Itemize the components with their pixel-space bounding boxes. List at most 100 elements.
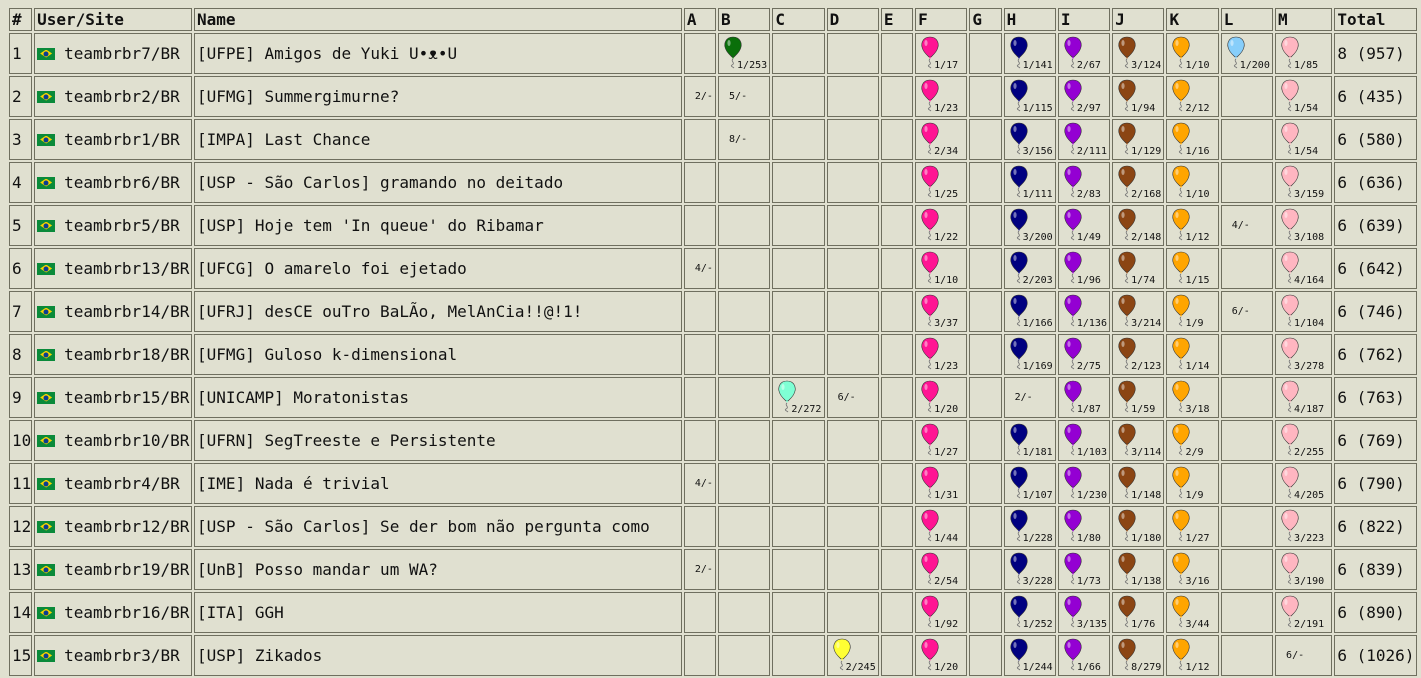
problem-cell-i: 1/87 bbox=[1057, 377, 1111, 418]
problem-score: 1/12 bbox=[1185, 232, 1210, 243]
brazil-flag-icon bbox=[37, 262, 56, 275]
header-user-site: User/Site bbox=[34, 8, 193, 31]
problem-score: 3/124 bbox=[1131, 60, 1162, 71]
problem-cell-k: 3/16 bbox=[1166, 549, 1219, 590]
rank-cell: 14 bbox=[9, 592, 33, 633]
user-site-label: teambrbr3/BR bbox=[64, 646, 180, 665]
problem-cell-g bbox=[969, 291, 1002, 332]
table-row: 11 teambrbr4/BR [IME] Nada é trivial 4/- 1/3… bbox=[9, 463, 1417, 504]
user-site-label: teambrbr1/BR bbox=[64, 130, 180, 149]
problem-cell-h: 1/181 bbox=[1003, 420, 1056, 461]
user-site-cell: teambrbr6/BR bbox=[34, 162, 193, 203]
problem-score: 1/27 bbox=[1185, 533, 1210, 544]
problem-score: 2/148 bbox=[1131, 232, 1162, 243]
table-row: 5 teambrbr5/BR [USP] Hoje tem 'In queue' d… bbox=[9, 205, 1417, 246]
header-problem: J bbox=[1112, 8, 1165, 31]
problem-score: 2/- bbox=[1014, 392, 1033, 403]
problem-score: 1/49 bbox=[1076, 232, 1101, 243]
problem-cell-h: 1/111 bbox=[1003, 162, 1056, 203]
problem-cell-i: 1/230 bbox=[1057, 463, 1111, 504]
problem-score: 1/74 bbox=[1131, 275, 1156, 286]
problem-score: 2/54 bbox=[934, 576, 959, 587]
problem-cell-h: 1/166 bbox=[1003, 291, 1056, 332]
problem-cell-e bbox=[880, 248, 914, 289]
problem-score: 2/75 bbox=[1076, 361, 1101, 372]
problem-cell-g bbox=[969, 205, 1002, 246]
problem-score: 1/73 bbox=[1076, 576, 1101, 587]
problem-cell-k: 1/12 bbox=[1166, 205, 1219, 246]
problem-cell-e bbox=[880, 635, 914, 676]
problem-score: 1/31 bbox=[934, 490, 959, 501]
problem-cell-j: 2/168 bbox=[1112, 162, 1165, 203]
problem-score: 2/111 bbox=[1076, 146, 1107, 157]
problem-cell-d bbox=[826, 420, 879, 461]
problem-score: 1/54 bbox=[1294, 103, 1319, 114]
problem-cell-f: 1/27 bbox=[915, 420, 968, 461]
problem-cell-e bbox=[880, 420, 914, 461]
problem-cell-f: 2/34 bbox=[915, 119, 968, 160]
problem-score: 3/214 bbox=[1131, 318, 1162, 329]
problem-cell-f: 3/37 bbox=[915, 291, 968, 332]
total-cell: 6 (580) bbox=[1334, 119, 1417, 160]
problem-score: 1/12 bbox=[1185, 662, 1210, 673]
problem-cell-g bbox=[969, 420, 1002, 461]
brazil-flag-icon bbox=[37, 47, 56, 60]
table-row: 9 teambrbr15/BR [UNICAMP] Moratonistas 2/27… bbox=[9, 377, 1417, 418]
problem-cell-g bbox=[969, 506, 1002, 547]
problem-cell-c bbox=[772, 291, 825, 332]
problem-score: 3/114 bbox=[1131, 447, 1162, 458]
problem-cell-l bbox=[1220, 420, 1274, 461]
problem-cell-f: 1/31 bbox=[915, 463, 968, 504]
problem-cell-c bbox=[772, 506, 825, 547]
user-site-label: teambrbr19/BR bbox=[64, 560, 190, 579]
problem-cell-g bbox=[969, 592, 1002, 633]
problem-score: 1/200 bbox=[1239, 60, 1270, 71]
total-cell: 6 (762) bbox=[1334, 334, 1417, 375]
problem-cell-g bbox=[969, 162, 1002, 203]
problem-cell-h: 3/200 bbox=[1003, 205, 1056, 246]
user-site-cell: teambrbr7/BR bbox=[34, 33, 193, 74]
problem-score: 2/9 bbox=[1185, 447, 1204, 458]
problem-cell-c bbox=[772, 76, 825, 117]
team-name-cell: [UnB] Posso mandar um WA? bbox=[194, 549, 682, 590]
brazil-flag-icon bbox=[37, 305, 56, 318]
problem-score: 1/252 bbox=[1022, 619, 1053, 630]
table-row: 1 teambrbr7/BR [UFPE] Amigos de Yuki U•ᴥ•U… bbox=[9, 33, 1417, 74]
problem-score: 4/205 bbox=[1294, 490, 1325, 501]
problem-cell-f: 1/25 bbox=[915, 162, 968, 203]
rank-cell: 15 bbox=[9, 635, 33, 676]
problem-cell-l: 1/200 bbox=[1220, 33, 1274, 74]
user-site-cell: teambrbr14/BR bbox=[34, 291, 193, 332]
problem-cell-g bbox=[969, 33, 1002, 74]
problem-cell-i: 3/135 bbox=[1057, 592, 1111, 633]
brazil-flag-icon bbox=[37, 348, 56, 361]
brazil-flag-icon bbox=[37, 391, 56, 404]
problem-cell-h: 1/115 bbox=[1003, 76, 1056, 117]
problem-cell-c bbox=[772, 420, 825, 461]
problem-cell-h: 1/244 bbox=[1003, 635, 1056, 676]
team-name-cell: [USP - São Carlos] gramando no deitado bbox=[194, 162, 682, 203]
problem-cell-a bbox=[683, 420, 717, 461]
problem-cell-k: 1/27 bbox=[1166, 506, 1219, 547]
problem-score: 2/12 bbox=[1185, 103, 1210, 114]
problem-cell-c bbox=[772, 162, 825, 203]
problem-score: 1/54 bbox=[1294, 146, 1319, 157]
problem-cell-k: 1/9 bbox=[1166, 291, 1219, 332]
header-row: # User/Site Name A B C D E F G H I J K L… bbox=[9, 8, 1417, 31]
problem-cell-a bbox=[683, 506, 717, 547]
problem-score: 1/166 bbox=[1022, 318, 1053, 329]
header-problem: B bbox=[718, 8, 771, 31]
problem-cell-j: 1/94 bbox=[1112, 76, 1165, 117]
problem-cell-l bbox=[1220, 334, 1274, 375]
problem-score: 3/200 bbox=[1022, 232, 1053, 243]
problem-cell-g bbox=[969, 549, 1002, 590]
header-total: Total bbox=[1334, 8, 1417, 31]
problem-cell-l bbox=[1220, 377, 1274, 418]
total-cell: 6 (636) bbox=[1334, 162, 1417, 203]
problem-score: 3/228 bbox=[1022, 576, 1053, 587]
rank-cell: 8 bbox=[9, 334, 33, 375]
problem-cell-e bbox=[880, 334, 914, 375]
total-cell: 6 (790) bbox=[1334, 463, 1417, 504]
problem-cell-a bbox=[683, 162, 717, 203]
problem-cell-c bbox=[772, 463, 825, 504]
